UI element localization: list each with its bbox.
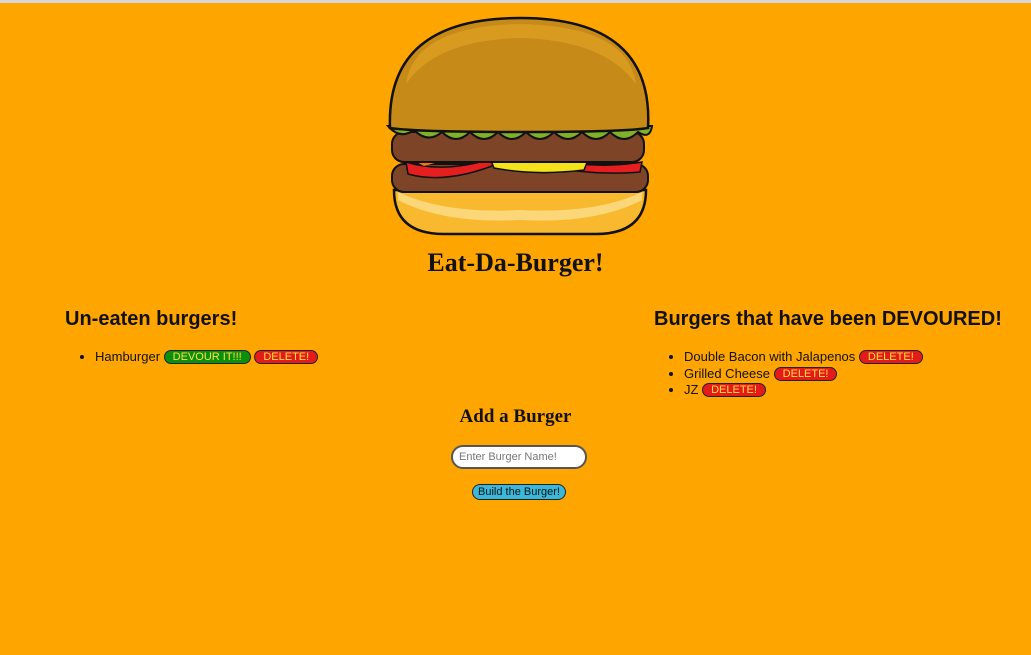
build-burger-button[interactable]: Build the Burger! — [472, 484, 566, 500]
devoured-title: Burgers that have been DEVOURED! — [654, 308, 1002, 330]
burger-name: Grilled Cheese — [684, 365, 770, 381]
browser-top-border — [0, 0, 1031, 3]
list-item: JZ DELETE! — [684, 382, 1024, 399]
list-item: Double Bacon with Jalapenos DELETE! — [684, 349, 1024, 366]
burger-name: Double Bacon with Jalapenos — [684, 349, 856, 364]
devoured-section: Burgers that have been DEVOURED! Double … — [654, 308, 1024, 399]
page-title: Eat-Da-Burger! — [427, 248, 604, 277]
list-item: Grilled Cheese DELETE! — [684, 366, 1024, 383]
delete-button[interactable]: DELETE! — [254, 350, 319, 364]
devoured-list: Double Bacon with Jalapenos DELETE! Gril… — [654, 349, 1024, 399]
delete-button[interactable]: DELETE! — [858, 350, 923, 364]
burger-name: JZ — [684, 382, 699, 397]
burger-name: Hamburger — [95, 349, 161, 364]
devour-button[interactable]: DEVOUR IT!!! — [163, 350, 251, 364]
add-burger-title: Add a Burger — [459, 406, 572, 427]
uneaten-section: Un-eaten burgers! Hamburger DEVOUR IT!!!… — [65, 308, 485, 366]
delete-button[interactable]: DELETE! — [702, 383, 766, 397]
burger-name-input[interactable] — [451, 445, 587, 469]
list-item: Hamburger DEVOUR IT!!! DELETE! — [95, 349, 485, 366]
burger-logo-icon — [385, 16, 654, 236]
uneaten-list: Hamburger DEVOUR IT!!! DELETE! — [65, 349, 485, 366]
uneaten-title: Un-eaten burgers! — [65, 308, 238, 330]
delete-button[interactable]: DELETE! — [773, 366, 838, 381]
